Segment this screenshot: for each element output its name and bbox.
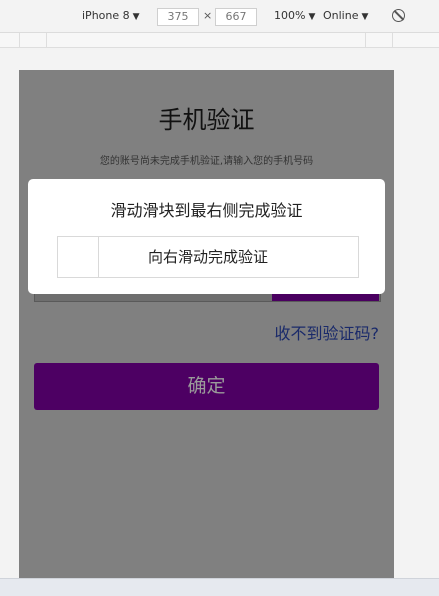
resend-code-link[interactable]: 收不到验证码? bbox=[275, 320, 380, 344]
ruler-tick bbox=[19, 33, 20, 47]
page-subtitle: 您的账号尚未完成手机验证,请输入您的手机号码 bbox=[99, 156, 314, 167]
bottom-strip bbox=[0, 578, 439, 596]
slider-hint-text: 向右滑动完成验证 bbox=[147, 248, 268, 266]
modal-title: 滑动滑块到最右侧完成验证 bbox=[110, 201, 303, 220]
device-viewport: 手机验证 您的账号尚未完成手机验证,请输入您的手机号码 收不到验证码? 确定 bbox=[19, 70, 394, 578]
device-select-label: iPhone 8 bbox=[82, 9, 130, 22]
disable-touch-icon[interactable] bbox=[392, 9, 405, 22]
ruler-tick bbox=[46, 33, 47, 47]
confirm-button[interactable]: 确定 bbox=[34, 363, 379, 410]
page-title: 手机验证 bbox=[158, 106, 255, 134]
ruler-tick bbox=[392, 33, 393, 47]
slider-track[interactable]: 向右滑动完成验证 bbox=[57, 236, 359, 278]
media-query-ruler bbox=[0, 33, 439, 48]
chevron-down-icon: ▼ bbox=[361, 12, 369, 22]
zoom-select-label: 100% bbox=[274, 9, 306, 22]
network-select-label: Online bbox=[323, 9, 359, 22]
viewport-height-input[interactable]: 667 bbox=[215, 8, 257, 26]
times-icon: × bbox=[203, 9, 213, 22]
slider-handle[interactable] bbox=[58, 237, 99, 277]
ruler-tick bbox=[365, 33, 366, 47]
zoom-select[interactable]: 100% ▼ bbox=[274, 9, 315, 22]
device-select[interactable]: iPhone 8 ▼ bbox=[82, 9, 140, 22]
chevron-down-icon: ▼ bbox=[132, 12, 140, 22]
devtools-toolbar: iPhone 8 ▼ 375 × 667 100% ▼ Online ▼ bbox=[0, 0, 439, 33]
slider-captcha-modal: 滑动滑块到最右侧完成验证 向右滑动完成验证 bbox=[28, 179, 385, 294]
chevron-down-icon: ▼ bbox=[308, 12, 316, 22]
network-throttle-select[interactable]: Online ▼ bbox=[323, 9, 368, 22]
viewport-width-input[interactable]: 375 bbox=[157, 8, 199, 26]
